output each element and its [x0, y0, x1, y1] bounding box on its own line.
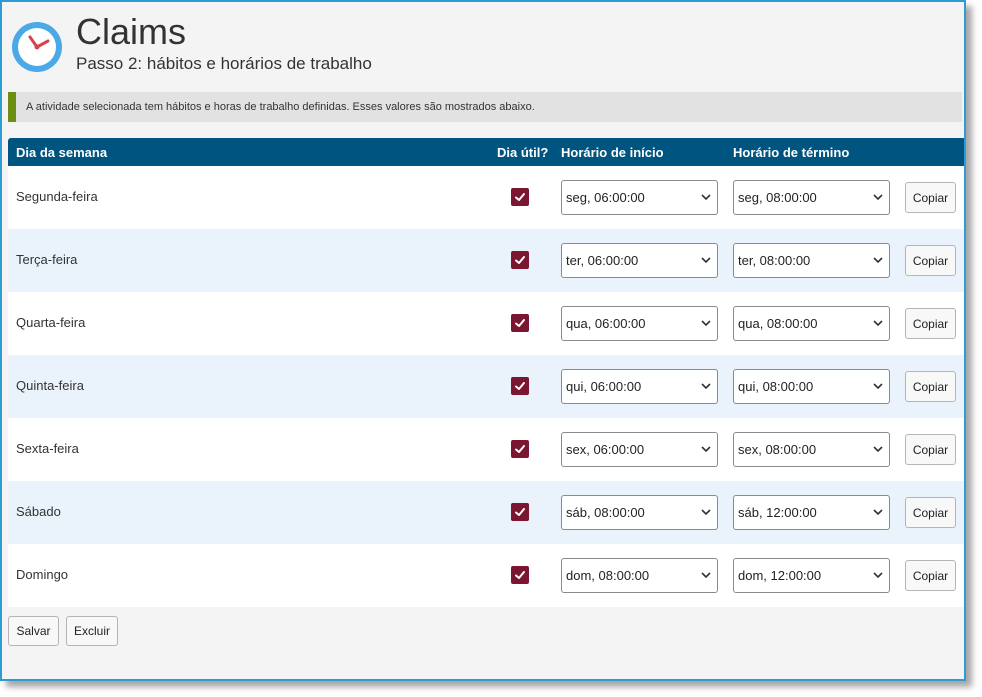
- checkmark-icon: [515, 382, 525, 390]
- start-time-select[interactable]: qui, 06:00:00: [561, 369, 718, 404]
- table-row: Quinta-feira qui, 06:00:00 qui, 08:00:00 Co…: [8, 355, 964, 418]
- start-time-value: sáb, 08:00:00: [566, 505, 645, 520]
- end-time-select[interactable]: qui, 08:00:00: [733, 369, 890, 404]
- table-row: Sábado sáb, 08:00:00 sáb, 12:00:00 Copiar: [8, 481, 964, 544]
- workday-checkbox[interactable]: [511, 503, 529, 521]
- day-label: Quinta-feira: [16, 378, 84, 393]
- chevron-down-icon: [872, 559, 884, 604]
- copy-button[interactable]: Copiar: [905, 245, 956, 276]
- workday-checkbox[interactable]: [511, 188, 529, 206]
- start-time-select[interactable]: sex, 06:00:00: [561, 432, 718, 467]
- table-body: Segunda-feira seg, 06:00:00 seg, 08:00:00 C…: [8, 166, 964, 607]
- workday-checkbox[interactable]: [511, 566, 529, 584]
- app-window: Claims Passo 2: hábitos e horários de tr…: [0, 0, 966, 681]
- info-message: A atividade selecionada tem hábitos e ho…: [8, 92, 962, 122]
- page-subtitle: Passo 2: hábitos e horários de trabalho: [76, 54, 372, 73]
- table-row: Terça-feira ter, 06:00:00 ter, 08:00:00 Cop…: [8, 229, 964, 292]
- day-label: Sexta-feira: [16, 441, 79, 456]
- day-label: Terça-feira: [16, 252, 78, 267]
- table-row: Sexta-feira sex, 06:00:00 sex, 08:00:00 Cop…: [8, 418, 964, 481]
- chevron-down-icon: [872, 307, 884, 352]
- end-time-select[interactable]: sex, 08:00:00: [733, 432, 890, 467]
- header-workday: Dia útil?: [497, 145, 549, 160]
- copy-button[interactable]: Copiar: [905, 308, 956, 339]
- header-day: Dia da semana: [16, 145, 108, 160]
- table-row: Domingo dom, 08:00:00 dom, 12:00:00 Copiar: [8, 544, 964, 607]
- chevron-down-icon: [872, 433, 884, 478]
- copy-button[interactable]: Copiar: [905, 434, 956, 465]
- end-time-value: qua, 08:00:00: [738, 316, 818, 331]
- start-time-select[interactable]: seg, 06:00:00: [561, 180, 718, 215]
- start-time-value: seg, 06:00:00: [566, 190, 645, 205]
- table-row: Quarta-feira qua, 06:00:00 qua, 08:00:00 Co…: [8, 292, 964, 355]
- end-time-select[interactable]: sáb, 12:00:00: [733, 495, 890, 530]
- workday-checkbox[interactable]: [511, 251, 529, 269]
- start-time-select[interactable]: dom, 08:00:00: [561, 558, 718, 593]
- end-time-value: dom, 12:00:00: [738, 568, 822, 583]
- table-header: Dia da semana Dia útil? Horário de iníci…: [8, 138, 964, 166]
- copy-button[interactable]: Copiar: [905, 560, 956, 591]
- start-time-value: dom, 08:00:00: [566, 568, 650, 583]
- start-time-select[interactable]: ter, 06:00:00: [561, 243, 718, 278]
- day-label: Sábado: [16, 504, 61, 519]
- chevron-down-icon: [700, 370, 712, 415]
- chevron-down-icon: [872, 244, 884, 289]
- page-title: Claims: [76, 11, 187, 52]
- end-time-value: ter, 08:00:00: [738, 253, 811, 268]
- chevron-down-icon: [700, 496, 712, 541]
- checkmark-icon: [515, 445, 525, 453]
- copy-button[interactable]: Copiar: [905, 182, 956, 213]
- delete-button[interactable]: Excluir: [66, 616, 118, 646]
- end-time-select[interactable]: dom, 12:00:00: [733, 558, 890, 593]
- workday-checkbox[interactable]: [511, 314, 529, 332]
- end-time-value: sex, 08:00:00: [738, 442, 817, 457]
- start-time-select[interactable]: qua, 06:00:00: [561, 306, 718, 341]
- workday-checkbox[interactable]: [511, 440, 529, 458]
- checkmark-icon: [515, 508, 525, 516]
- checkmark-icon: [515, 193, 525, 201]
- workday-checkbox[interactable]: [511, 377, 529, 395]
- save-button[interactable]: Salvar: [8, 616, 59, 646]
- start-time-value: qui, 06:00:00: [566, 379, 642, 394]
- header-end: Horário de término: [733, 145, 850, 160]
- checkmark-icon: [515, 571, 525, 579]
- start-time-value: sex, 06:00:00: [566, 442, 645, 457]
- end-time-select[interactable]: ter, 08:00:00: [733, 243, 890, 278]
- checkmark-icon: [515, 256, 525, 264]
- end-time-select[interactable]: seg, 08:00:00: [733, 180, 890, 215]
- chevron-down-icon: [872, 496, 884, 541]
- work-hours-table: Dia da semana Dia útil? Horário de iníci…: [8, 138, 964, 607]
- start-time-value: qua, 06:00:00: [566, 316, 646, 331]
- copy-button[interactable]: Copiar: [905, 371, 956, 402]
- day-label: Domingo: [16, 567, 69, 582]
- chevron-down-icon: [872, 181, 884, 226]
- clock-icon: [12, 22, 62, 72]
- header-start: Horário de início: [561, 145, 664, 160]
- start-time-value: ter, 06:00:00: [566, 253, 639, 268]
- copy-button[interactable]: Copiar: [905, 497, 956, 528]
- chevron-down-icon: [700, 307, 712, 352]
- end-time-value: qui, 08:00:00: [738, 379, 814, 394]
- end-time-select[interactable]: qua, 08:00:00: [733, 306, 890, 341]
- end-time-value: seg, 08:00:00: [738, 190, 817, 205]
- chevron-down-icon: [872, 370, 884, 415]
- end-time-value: sáb, 12:00:00: [738, 505, 817, 520]
- day-label: Segunda-feira: [16, 189, 98, 204]
- chevron-down-icon: [700, 559, 712, 604]
- checkmark-icon: [515, 319, 525, 327]
- chevron-down-icon: [700, 181, 712, 226]
- chevron-down-icon: [700, 433, 712, 478]
- table-row: Segunda-feira seg, 06:00:00 seg, 08:00:00 C…: [8, 166, 964, 229]
- day-label: Quarta-feira: [16, 315, 86, 330]
- start-time-select[interactable]: sáb, 08:00:00: [561, 495, 718, 530]
- chevron-down-icon: [700, 244, 712, 289]
